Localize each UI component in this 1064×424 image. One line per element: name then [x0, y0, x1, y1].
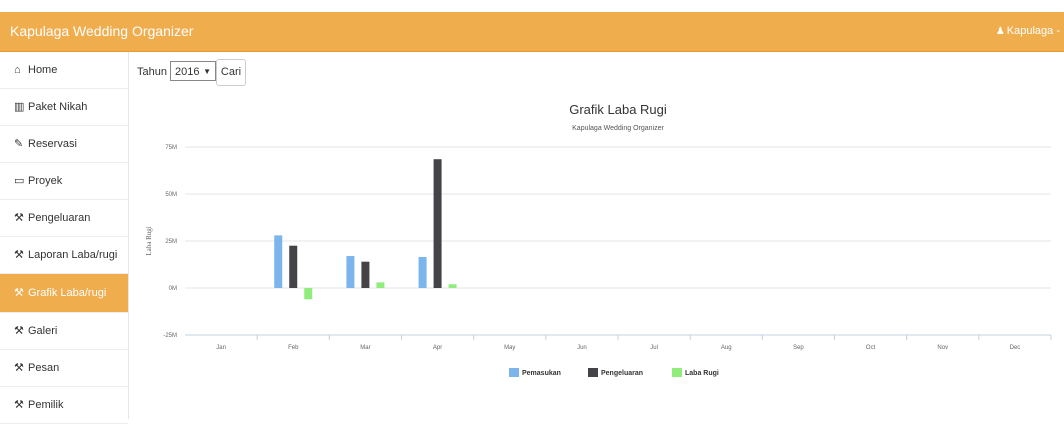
sidebar-item-label: Grafik Laba/rugi: [28, 287, 107, 299]
bar-pengeluaran-feb: [289, 245, 298, 288]
sidebar-item-pesan[interactable]: ⚒ Pesan: [0, 350, 128, 387]
y-tick-label: 50M: [165, 192, 177, 198]
legend-item-pengeluaran[interactable]: Pengeluaran: [601, 370, 643, 377]
x-tick-label: Jan: [216, 345, 226, 351]
bar-laba-rugi-feb: [304, 288, 313, 300]
wrench-icon: ⚒: [14, 399, 24, 411]
sidebar-item-label: Pesan: [28, 362, 60, 374]
edit-icon: ✎: [14, 138, 24, 150]
user-menu[interactable]: ♟ Kapulaga -: [996, 25, 1060, 37]
year-label: Tahun: [137, 66, 167, 78]
year-select[interactable]: 2016 ▼: [170, 61, 216, 81]
sidebar: ⌂ Home ▥ Paket Nikah ✎ Reservasi ▭ Proyek ⚒ Penge…: [0, 52, 129, 424]
x-tick-label: May: [504, 345, 515, 351]
sidebar-item-label: Galeri: [28, 325, 58, 337]
year-value: 2016: [175, 66, 200, 78]
wrench-icon: ⚒: [14, 212, 24, 224]
y-axis-label: Laba Rugi: [145, 226, 153, 255]
bar-pengeluaran-mar: [361, 261, 370, 288]
x-tick-label: Jul: [650, 345, 658, 351]
bar-pengeluaran-apr: [433, 159, 442, 288]
bar-chart-icon: ▥: [14, 101, 25, 113]
y-tick-label: 75M: [165, 145, 177, 151]
sidebar-item-label: Pemilik: [28, 399, 64, 411]
user-name: Kapulaga -: [1006, 25, 1060, 37]
sidebar-item-label: Proyek: [28, 175, 63, 187]
legend-swatch: [588, 368, 598, 377]
sidebar-item-label: Reservasi: [28, 138, 77, 150]
x-tick-label: Feb: [288, 345, 299, 351]
sidebar-item-laporan-laba-rugi[interactable]: ⚒ Laporan Laba/rugi: [0, 237, 128, 274]
y-tick-label: -25M: [163, 333, 177, 339]
bar-laba-rugi-mar: [376, 282, 385, 288]
monitor-icon: ▭: [14, 175, 25, 187]
bar-laba-rugi-apr: [448, 284, 457, 288]
legend-swatch: [672, 368, 682, 377]
x-tick-label: Sep: [793, 345, 804, 351]
x-tick-label: Nov: [937, 345, 948, 351]
sidebar-item-label: Pengeluaran: [28, 212, 91, 224]
dropdown-arrow-icon: ▼: [203, 67, 211, 76]
legend-item-pemasukan[interactable]: Pemasukan: [522, 370, 561, 377]
wrench-icon: ⚒: [14, 249, 24, 261]
sidebar-item-home[interactable]: ⌂ Home: [0, 52, 128, 89]
sidebar-item-pemilik[interactable]: ⚒ Pemilik: [0, 387, 128, 424]
bar-pemasukan-mar: [346, 256, 355, 288]
chart-title: Grafik Laba Rugi: [569, 102, 667, 117]
sidebar-item-reservasi[interactable]: ✎ Reservasi: [0, 126, 128, 163]
x-tick-label: Mar: [360, 345, 370, 351]
profit-loss-chart: Grafik Laba Rugi Kapulaga Wedding Organiz…: [145, 102, 1052, 377]
sidebar-item-grafik-laba-rugi[interactable]: ⚒ Grafik Laba/rugi: [0, 274, 128, 313]
x-tick-label: Jun: [577, 345, 587, 351]
x-tick-label: Apr: [433, 345, 442, 351]
sidebar-item-proyek[interactable]: ▭ Proyek: [0, 163, 128, 200]
home-icon: ⌂: [14, 64, 21, 76]
bar-pemasukan-apr: [418, 256, 427, 288]
sidebar-item-label: Laporan Laba/rugi: [28, 249, 118, 261]
search-button[interactable]: Cari: [216, 59, 246, 86]
brand-title[interactable]: Kapulaga Wedding Organizer: [10, 23, 193, 39]
sidebar-item-paket-nikah[interactable]: ▥ Paket Nikah: [0, 89, 128, 126]
y-tick-label: 0M: [169, 286, 177, 292]
legend-item-laba-rugi[interactable]: Laba Rugi: [685, 370, 719, 377]
chart-subtitle: Kapulaga Wedding Organizer: [572, 125, 664, 132]
wrench-icon: ⚒: [14, 362, 24, 374]
x-tick-label: Oct: [866, 345, 876, 351]
bar-pemasukan-feb: [274, 235, 283, 288]
legend-swatch: [509, 368, 519, 377]
x-tick-label: Aug: [721, 345, 732, 351]
y-tick-label: 25M: [165, 239, 177, 245]
top-navbar: Kapulaga Wedding Organizer ♟ Kapulaga -: [0, 12, 1064, 52]
sidebar-item-pengeluaran[interactable]: ⚒ Pengeluaran: [0, 200, 128, 237]
sidebar-item-galeri[interactable]: ⚒ Galeri: [0, 313, 128, 350]
wrench-icon: ⚒: [14, 325, 24, 337]
sidebar-item-label: Paket Nikah: [28, 101, 88, 113]
x-tick-label: Dec: [1010, 345, 1021, 351]
wrench-icon: ⚒: [14, 287, 24, 299]
sidebar-item-label: Home: [28, 64, 58, 76]
user-icon: ♟: [995, 26, 1005, 37]
